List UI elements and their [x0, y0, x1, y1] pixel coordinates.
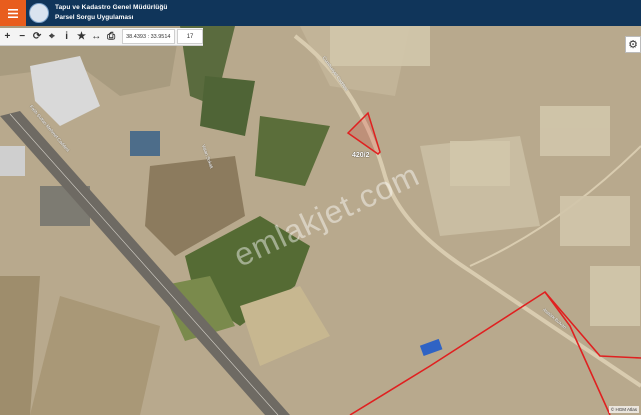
- zoom-in-icon: +: [4, 31, 11, 42]
- app-header: Tapu ve Kadastro Genel Müdürlüğü Parsel …: [0, 0, 641, 26]
- info-button[interactable]: i: [59, 28, 74, 45]
- coordinate-readout: 38.4393 : 33.9514: [121, 29, 176, 44]
- zoom-out-icon: −: [19, 31, 26, 42]
- favorite-button[interactable]: ★: [74, 28, 89, 45]
- menu-icon: [8, 8, 18, 18]
- menu-button[interactable]: [0, 0, 26, 26]
- print-button[interactable]: ⎙: [104, 28, 119, 45]
- zoom-level-readout: 17: [177, 29, 203, 44]
- measure-icon: ↔: [91, 31, 102, 42]
- settings-icon: ⚙: [628, 39, 638, 51]
- satellite-map[interactable]: 420/2 Fatih Sultan Mehmet Caddesi Vatan …: [0, 26, 641, 415]
- app-title: Tapu ve Kadastro Genel Müdürlüğü: [55, 4, 168, 11]
- zoom-out-button[interactable]: −: [15, 28, 30, 45]
- map-toolbar: + − ⟳ ⌖ i ★ ↔ ⎙ 38.4393 : 33.9514 17: [0, 28, 203, 46]
- parcel-number-label[interactable]: 420/2: [352, 152, 370, 159]
- info-icon: i: [65, 31, 69, 42]
- refresh-button[interactable]: ⟳: [30, 28, 45, 45]
- settings-button[interactable]: ⚙: [625, 36, 641, 53]
- refresh-icon: ⟳: [32, 31, 42, 42]
- locate-icon: ⌖: [49, 31, 55, 42]
- locate-button[interactable]: ⌖: [44, 28, 59, 45]
- map-attribution: © HGM Atlas: [608, 406, 639, 413]
- tkgm-logo: [29, 3, 49, 23]
- favorite-icon: ★: [76, 31, 86, 42]
- zoom-in-button[interactable]: +: [0, 28, 15, 45]
- print-icon: ⎙: [107, 31, 116, 42]
- app-subtitle: Parsel Sorgu Uygulaması: [55, 14, 134, 21]
- measure-button[interactable]: ↔: [89, 28, 104, 45]
